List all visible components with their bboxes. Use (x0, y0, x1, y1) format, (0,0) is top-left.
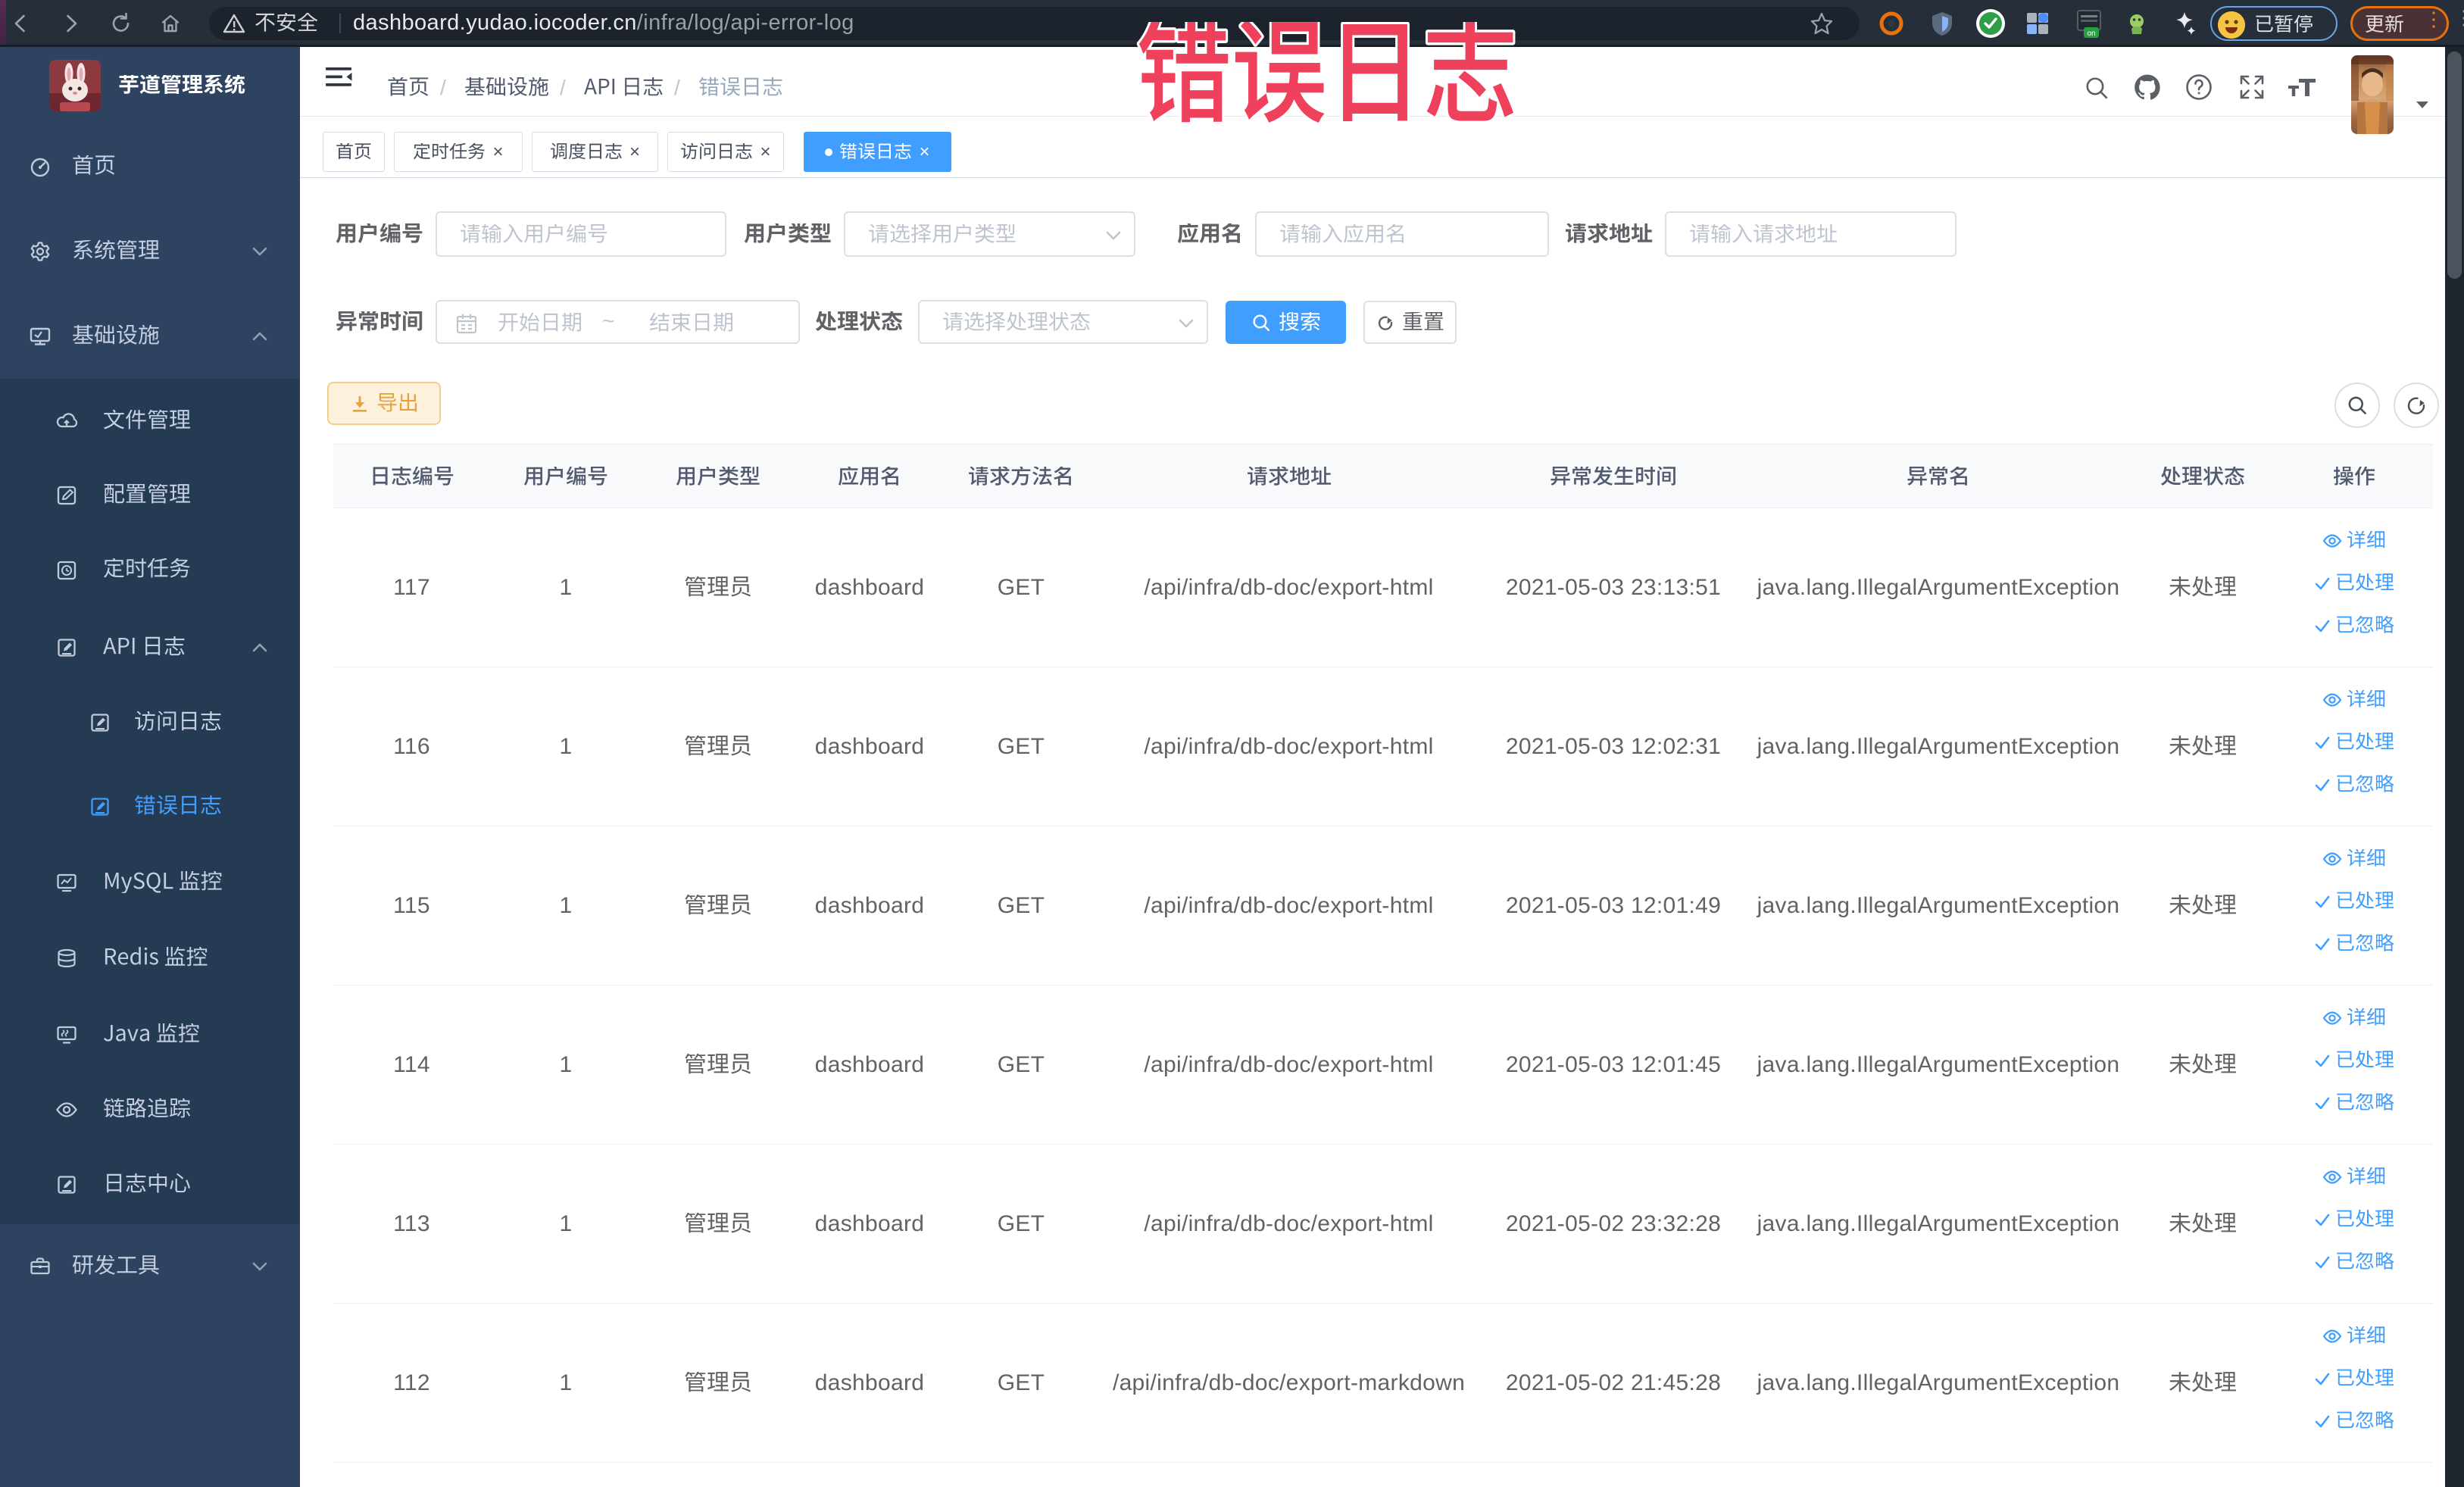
svg-text:on: on (2087, 30, 2095, 38)
